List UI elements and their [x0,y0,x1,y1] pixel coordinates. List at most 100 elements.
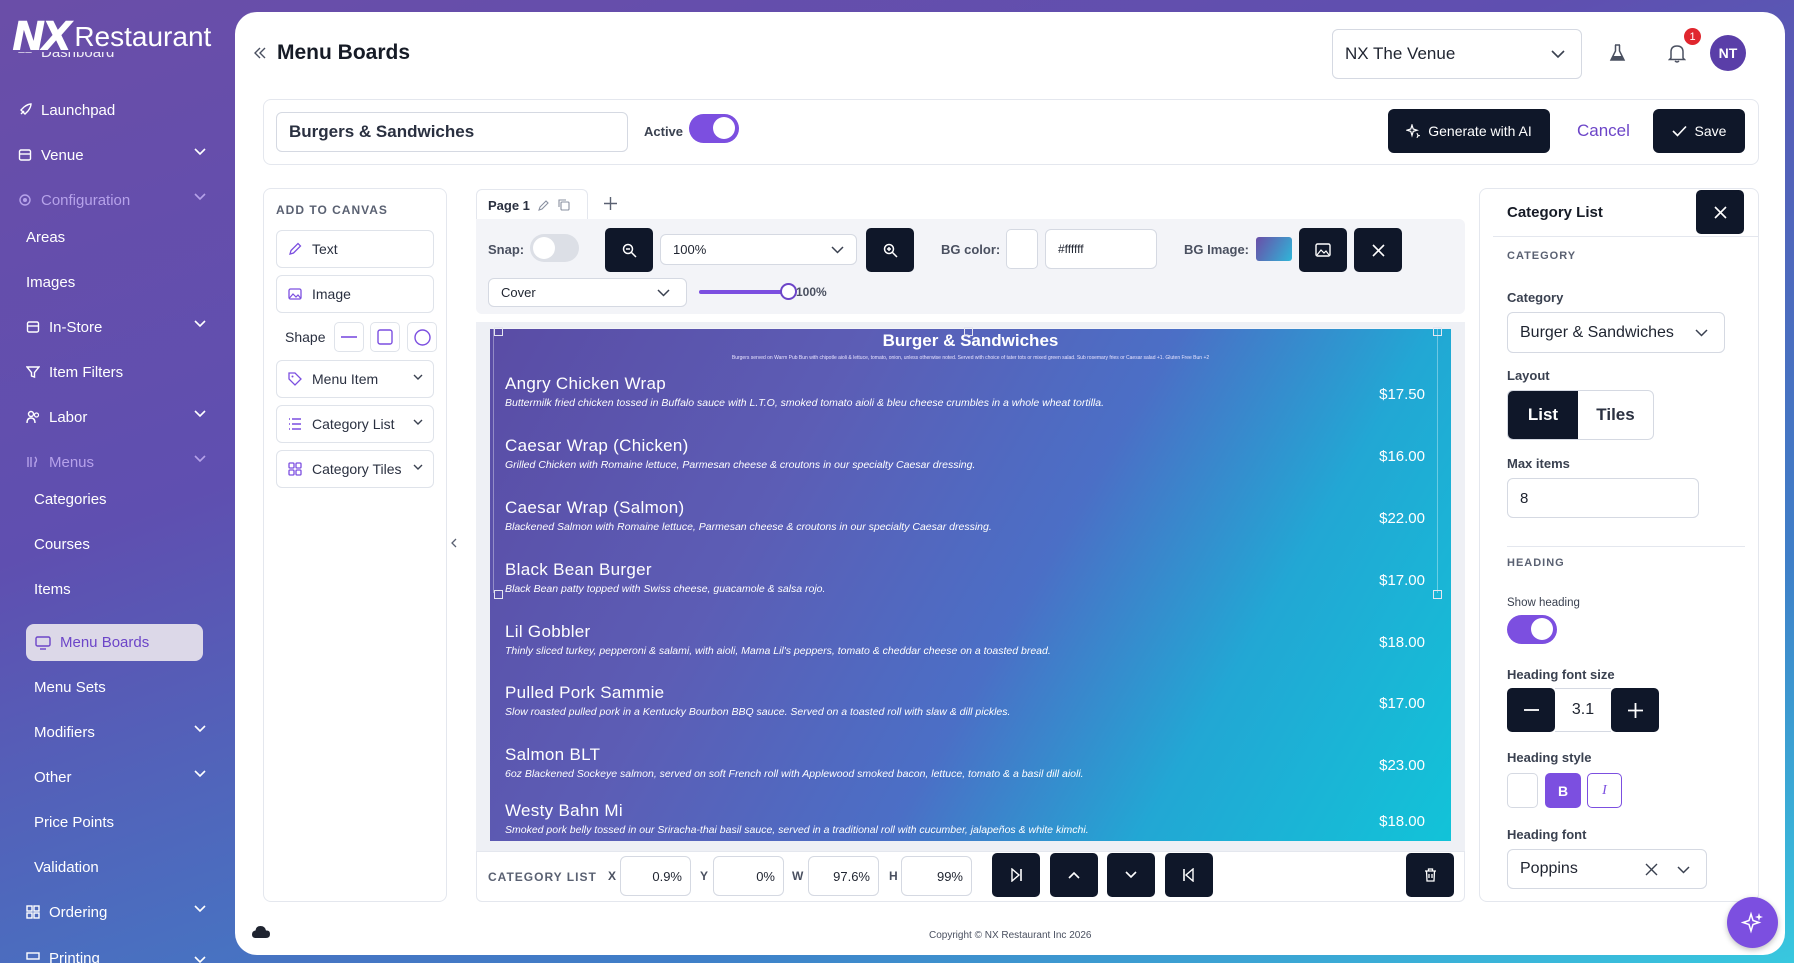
show-heading-toggle[interactable] [1507,615,1557,644]
sidebar-item-price-points[interactable]: Price Points [34,807,234,837]
zoom-in-button[interactable] [866,228,914,272]
sidebar-item-categories[interactable]: Categories [34,484,234,514]
board-name-input[interactable]: Burgers & Sandwiches [276,112,628,152]
add-category-tiles-button[interactable]: Category Tiles [276,450,434,488]
menu-item-row: Westy Bahn Mi Smoked pork belly tossed in… [505,801,1435,836]
chevron-down-icon [194,725,206,733]
collapse-sidebar-icon[interactable] [253,46,267,60]
increase-heading-size-button[interactable] [1611,688,1659,732]
bring-to-front-button[interactable] [992,853,1040,897]
zoom-select[interactable]: 100% [660,234,857,265]
shape-line-button[interactable] [334,322,364,352]
ai-assistant-button[interactable] [1727,897,1778,948]
zoom-out-button[interactable] [605,228,653,272]
x-input[interactable]: 0.9% [620,856,691,896]
venue-select[interactable]: NX The Venue [1332,29,1582,79]
sidebar-item-configuration[interactable]: Configuration [18,185,218,215]
sidebar-item-launchpad[interactable]: Launchpad [18,95,218,125]
heading-italic-button[interactable]: I [1587,773,1622,808]
snap-toggle[interactable] [530,234,579,262]
sidebar-item-courses[interactable]: Courses [34,529,234,559]
avatar[interactable]: NT [1710,35,1746,71]
heading-bold-button[interactable]: B [1545,773,1581,808]
collapse-left-panel-icon[interactable] [450,538,457,548]
choose-bg-image-button[interactable] [1299,228,1347,272]
add-image-button[interactable]: Image [276,275,434,313]
delete-element-button[interactable] [1406,853,1454,897]
chevron-up-icon [1068,871,1080,879]
clear-bg-image-button[interactable] [1354,228,1402,272]
resize-handle[interactable] [494,327,503,336]
edit-icon[interactable] [538,199,550,211]
duplicate-icon[interactable] [558,199,570,211]
heading-size-input[interactable]: 3.1 [1555,688,1611,732]
sidebar-item-menus[interactable]: Menus [26,447,226,477]
sidebar-item-label: Launchpad [41,101,116,119]
send-to-back-button[interactable] [1165,853,1213,897]
clear-icon[interactable] [1645,863,1658,876]
add-category-list-button[interactable]: Category List [276,405,434,443]
sparkle-icon [1406,124,1421,138]
max-items-input[interactable]: 8 [1507,478,1699,518]
page-tab-label: Page 1 [488,197,530,213]
y-input[interactable]: 0% [713,856,784,896]
sidebar-item-other[interactable]: Other [34,762,218,792]
chevron-down-icon [413,464,423,471]
shape-rectangle-button[interactable] [370,322,400,352]
sidebar-item-dashboard[interactable]: Dashboard [18,52,218,66]
move-up-button[interactable] [1050,853,1098,897]
opacity-slider-handle[interactable] [780,283,797,300]
decrease-heading-size-button[interactable] [1507,688,1555,732]
cancel-button[interactable]: Cancel [1577,121,1630,141]
add-menu-item-button[interactable]: Menu Item [276,360,434,398]
category-select[interactable]: Burger & Sandwiches [1507,312,1725,353]
add-text-button[interactable]: Text [276,230,434,268]
h-input[interactable]: 99% [901,856,972,896]
sidebar-item-printing[interactable]: Printing [26,942,226,963]
zoom-in-icon [883,243,898,258]
w-input[interactable]: 97.6% [808,856,879,896]
active-toggle[interactable] [689,114,739,143]
flask-icon[interactable] [1609,44,1626,62]
heading-font-select[interactable]: Poppins [1507,849,1707,889]
opacity-slider[interactable] [699,283,797,300]
save-button[interactable]: Save [1653,109,1745,153]
properties-title: Category List [1507,204,1603,221]
add-page-icon[interactable] [603,196,618,211]
sidebar-item-modifiers[interactable]: Modifiers [34,717,218,747]
store-icon [18,148,32,162]
sidebar-item-validation[interactable]: Validation [34,852,234,882]
add-image-label: Image [312,286,351,302]
send-to-back-icon [1182,868,1196,882]
bg-fit-select[interactable]: Cover [488,278,687,307]
bell-icon[interactable] [1668,44,1686,63]
bg-color-swatch[interactable] [1006,229,1038,269]
resize-handle[interactable] [1433,327,1442,336]
layout-tiles-option[interactable]: Tiles [1578,391,1653,439]
sidebar-item-menu-sets[interactable]: Menu Sets [34,672,234,702]
w-label: W [792,869,804,883]
shape-circle-button[interactable] [407,322,437,352]
sidebar-item-images[interactable]: Images [26,267,226,297]
close-properties-button[interactable] [1696,190,1744,234]
resize-handle[interactable] [964,327,973,336]
resize-handle[interactable] [1433,590,1442,599]
sidebar-item-menu-boards[interactable]: Menu Boards [26,624,203,661]
generate-ai-button[interactable]: Generate with AI [1388,109,1550,153]
sidebar-item-areas[interactable]: Areas [26,222,226,252]
sidebar-item-item-filters[interactable]: Item Filters [26,357,226,387]
sidebar-item-labor[interactable]: Labor [26,402,226,432]
bg-color-input[interactable]: #ffffff [1045,229,1157,269]
tab-page-1[interactable]: Page 1 [476,189,588,220]
sidebar-item-label: Areas [26,228,66,246]
circle-icon [413,328,431,346]
move-down-button[interactable] [1107,853,1155,897]
layout-list-option[interactable]: List [1508,391,1578,439]
sidebar-item-ordering[interactable]: Ordering [26,897,226,927]
heading-style-normal-button[interactable] [1507,773,1538,808]
sidebar-item-items[interactable]: Items [34,574,234,604]
sidebar-item-label: Menu Sets [34,678,106,696]
sidebar-item-in-store[interactable]: In-Store [26,312,226,342]
sidebar-item-venue[interactable]: Venue [18,140,218,170]
resize-handle[interactable] [494,590,503,599]
